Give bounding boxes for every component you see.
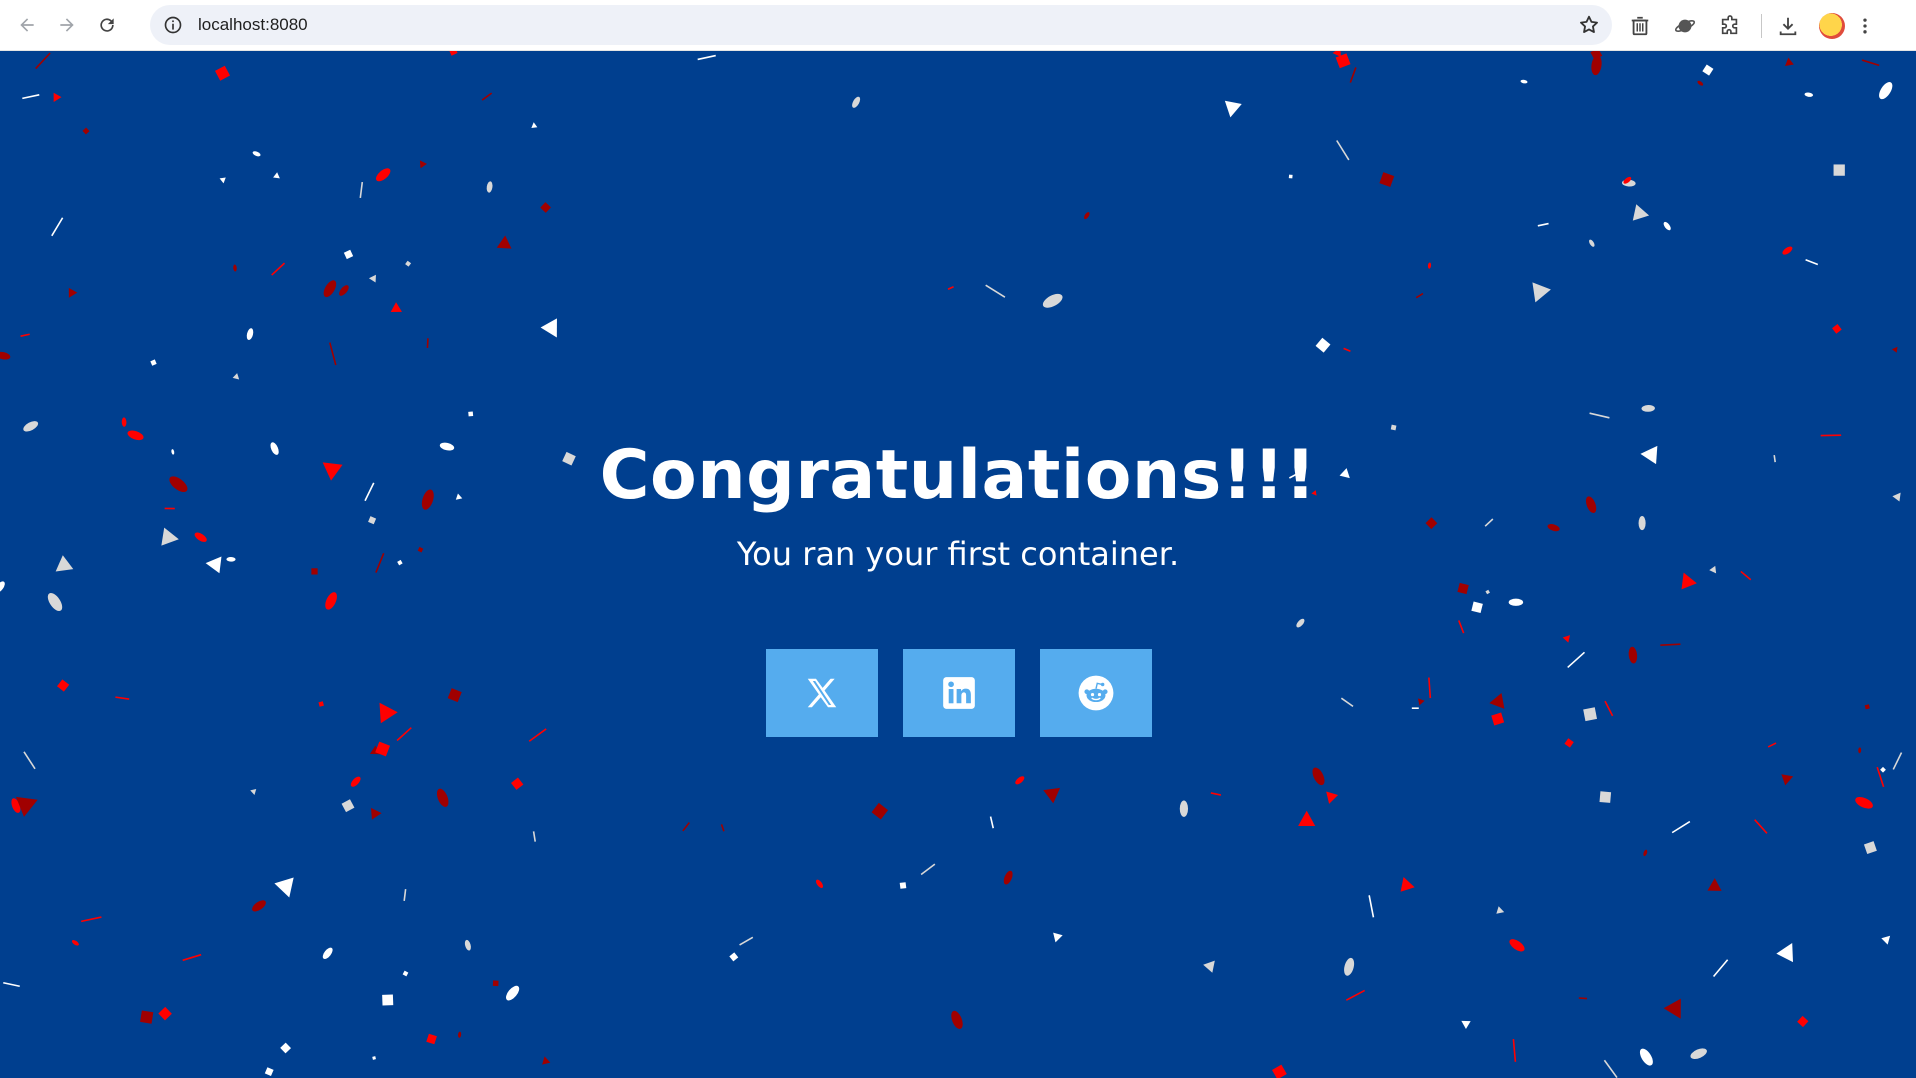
extension-trash-icon[interactable] — [1622, 8, 1658, 44]
page-subtitle: You ran your first container. — [736, 535, 1180, 573]
share-x-button[interactable] — [766, 649, 878, 737]
browser-toolbar: localhost:8080 — [0, 0, 1916, 51]
bookmark-star-icon[interactable] — [1578, 14, 1600, 36]
forward-button[interactable] — [49, 7, 85, 43]
back-button[interactable] — [9, 7, 45, 43]
reload-button[interactable] — [89, 7, 125, 43]
reddit-icon — [1078, 675, 1114, 711]
extensions-puzzle-icon[interactable] — [1712, 8, 1748, 44]
linkedin-icon — [943, 677, 975, 709]
forward-icon — [60, 18, 74, 32]
menu-kebab-icon[interactable] — [1855, 8, 1875, 44]
page-viewport: Congratulations!!! You ran your first co… — [0, 51, 1916, 1078]
extensions-area — [1622, 0, 1884, 51]
toolbar-separator — [1761, 13, 1762, 38]
page-title: Congratulations!!! — [599, 436, 1317, 515]
profile-avatar[interactable] — [1819, 12, 1845, 39]
share-linkedin-button[interactable] — [903, 649, 1015, 737]
share-reddit-button[interactable] — [1040, 649, 1152, 737]
share-buttons — [766, 649, 1152, 737]
downloads-icon[interactable] — [1770, 8, 1806, 44]
congrats-content: Congratulations!!! You ran your first co… — [0, 51, 1916, 1078]
address-bar[interactable]: localhost:8080 — [150, 5, 1612, 45]
reload-icon — [100, 18, 114, 32]
site-info-icon[interactable] — [162, 14, 184, 36]
back-icon — [20, 18, 34, 32]
extension-planet-icon[interactable] — [1667, 8, 1703, 44]
url-text[interactable]: localhost:8080 — [198, 15, 308, 35]
x-twitter-icon — [807, 678, 837, 708]
